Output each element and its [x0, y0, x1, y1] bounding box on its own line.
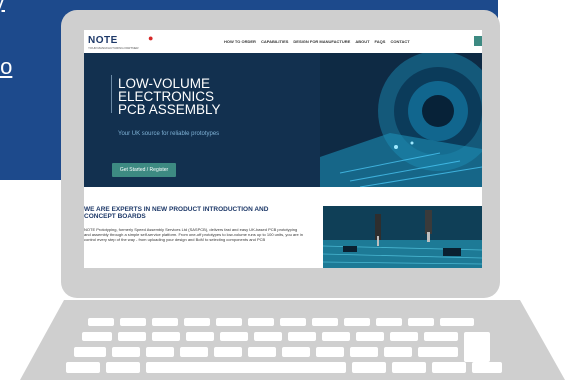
nav-item-contact[interactable]: CONTACT	[390, 39, 409, 44]
logo-tagline: YOUR MANUFACTURING PARTNER	[88, 46, 139, 50]
hero-title-line: PCB ASSEMBLY	[118, 102, 221, 117]
slide-text-fragment: y	[0, 0, 5, 14]
nav-item-capabilities[interactable]: CAPABILITIES	[261, 39, 288, 44]
hero-divider	[111, 75, 112, 113]
nav-item-faqs[interactable]: FAQS	[375, 39, 386, 44]
slide-link-fragment[interactable]: to	[0, 54, 12, 80]
laptop-screen: NOTE ● YOUR MANUFACTURING PARTNER HOW TO…	[84, 30, 482, 268]
pcb-probe-image	[323, 206, 482, 268]
hero-subtitle: Your UK source for reliable prototypes	[118, 131, 220, 137]
logo-dot-icon: ●	[148, 33, 154, 43]
site-logo[interactable]: NOTE	[88, 35, 118, 46]
section-body: NOTE Prototyping, formerly Speed Assembl…	[84, 227, 303, 243]
site-navbar: NOTE ● YOUR MANUFACTURING PARTNER HOW TO…	[84, 30, 482, 52]
pcb-hero-image	[320, 53, 482, 187]
hero-banner: LOW-VOLUME ELECTRONICS PCB ASSEMBLY Your…	[84, 53, 482, 187]
nav-item-design-for-manufacture[interactable]: DESIGN FOR MANUFACTURE	[293, 39, 350, 44]
nav-links: HOW TO ORDER CAPABILITIES DESIGN FOR MAN…	[224, 39, 410, 44]
get-started-button[interactable]: Get Started / Register	[112, 163, 176, 177]
nav-item-about[interactable]: ABOUT	[355, 39, 369, 44]
laptop-keyboard-base	[20, 300, 565, 380]
section-title: WE ARE EXPERTS IN NEW PRODUCT INTRODUCTI…	[84, 206, 269, 220]
nav-menu-button[interactable]	[474, 36, 482, 46]
hero-title: LOW-VOLUME ELECTRONICS PCB ASSEMBLY	[118, 77, 248, 117]
nav-item-how-to-order[interactable]: HOW TO ORDER	[224, 39, 256, 44]
